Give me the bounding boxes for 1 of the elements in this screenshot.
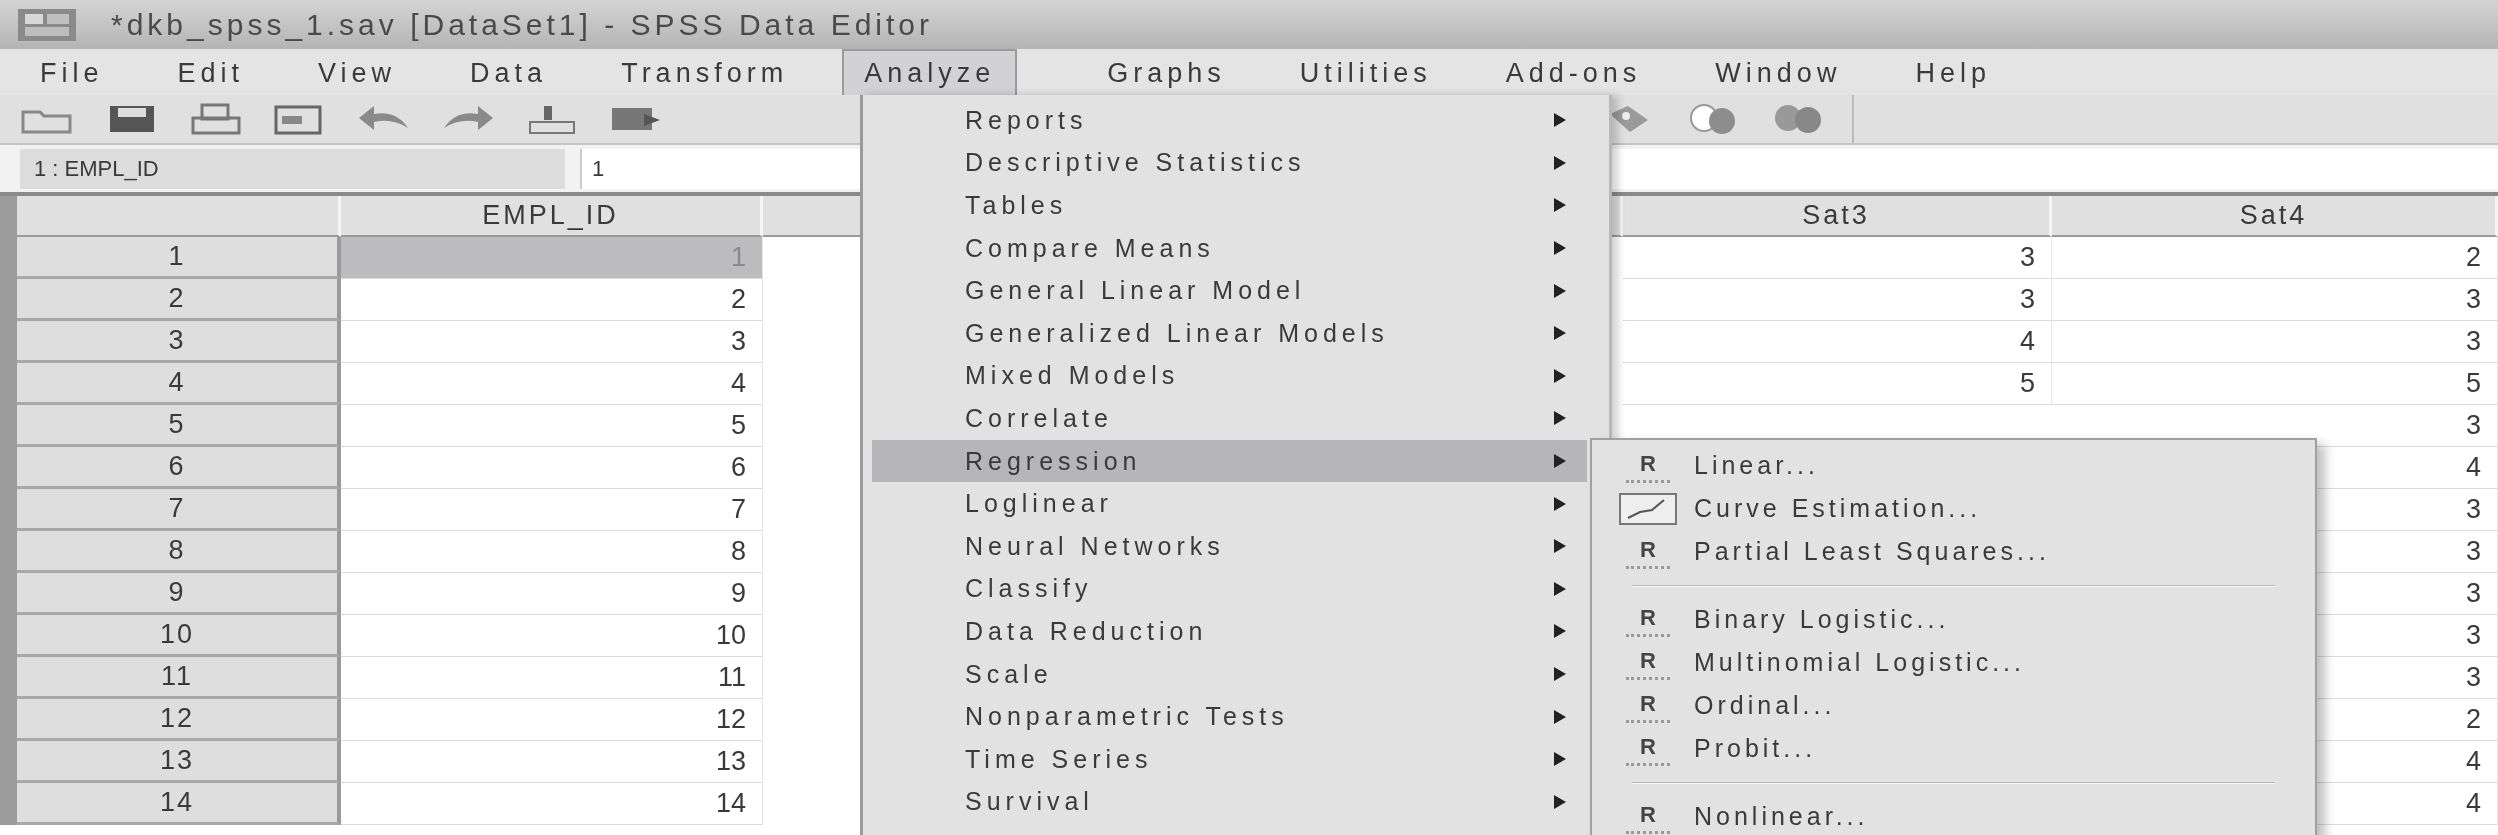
window-title: *dkb_spss_1.sav [DataSet1] - SPSS Data Editor (111, 7, 933, 42)
